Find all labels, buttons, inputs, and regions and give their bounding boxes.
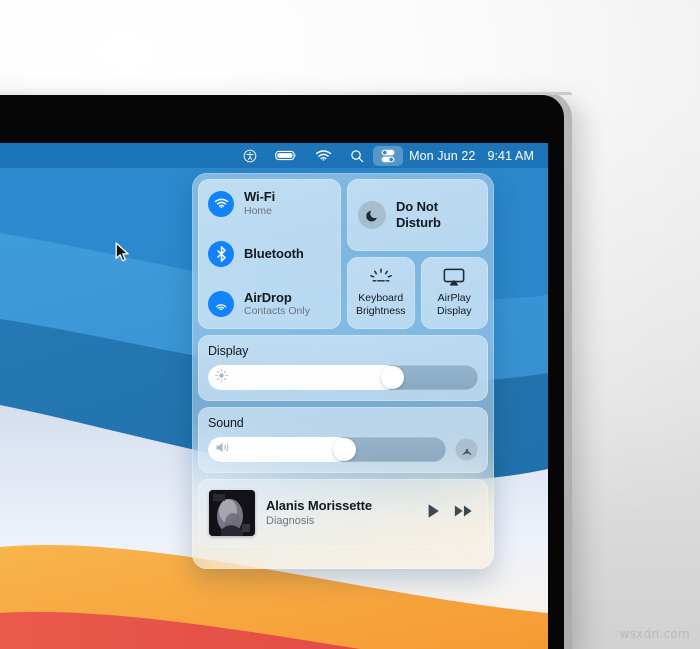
dnd-line-2: Disturb [396, 215, 441, 230]
control-center-icon[interactable] [373, 145, 404, 166]
airdrop-title: AirDrop [244, 289, 292, 305]
airdrop-toggle-row[interactable]: AirDrop Contacts Only [208, 289, 331, 318]
airdrop-icon [208, 291, 234, 318]
keyboard-brightness-tile[interactable]: Keyboard Brightness [347, 257, 415, 329]
battery-icon[interactable] [266, 146, 306, 166]
airplay-audio-icon [462, 448, 471, 455]
now-playing-meta: Alanis Morissette Diagnosis [266, 498, 415, 529]
do-not-disturb-tile[interactable]: Do Not Disturb [347, 179, 488, 251]
laptop-screen: Mon Jun 22 9:41 AM Wi-Fi Home Bluetooth … [0, 143, 548, 649]
album-artwork[interactable] [209, 490, 255, 536]
sound-card: Sound [198, 407, 488, 473]
airdrop-subtitle: Contacts Only [244, 305, 310, 318]
control-center-mini-tiles: Keyboard Brightness AirPlay Display [347, 257, 488, 329]
brightness-icon [215, 368, 228, 387]
kb-line-1: Keyboard [358, 292, 404, 305]
control-center-right-column: Do Not Disturb Keyboard Brightness AirPl… [347, 179, 488, 329]
wifi-icon [208, 190, 234, 217]
sound-volume-slider[interactable] [208, 437, 446, 462]
display-slider-fill [208, 365, 399, 390]
dnd-line-1: Do Not [396, 199, 438, 215]
now-playing-track: Diagnosis [266, 515, 315, 528]
sound-slider-wrap [208, 437, 478, 462]
playback-controls [426, 503, 477, 524]
display-slider-knob[interactable] [380, 366, 404, 389]
macbook-device: Mon Jun 22 9:41 AM Wi-Fi Home Bluetooth … [0, 92, 572, 649]
fast-forward-icon[interactable] [454, 504, 473, 523]
display-title: Display [208, 344, 249, 358]
airplay-audio-button[interactable] [455, 438, 478, 461]
menubar-time: 9:41 AM [487, 148, 534, 163]
display-slider-wrap [208, 365, 478, 390]
sound-title: Sound [208, 416, 244, 430]
keyboard-brightness-icon [369, 268, 392, 282]
sound-slider-knob[interactable] [332, 438, 356, 461]
mouse-cursor [115, 242, 130, 268]
now-playing-artist: Alanis Morissette [266, 497, 372, 513]
kb-line-2: Brightness [355, 304, 406, 317]
play-icon[interactable] [426, 503, 441, 524]
ap-line-1: AirPlay [437, 292, 471, 305]
wifi-toggle-row[interactable]: Wi-Fi Home [208, 189, 331, 217]
control-center-top-row: Wi-Fi Home Bluetooth AirDrop Contacts On… [198, 179, 488, 329]
watermark: wsxdn.com [619, 627, 690, 641]
wifi-title: Wi-Fi [244, 189, 276, 204]
control-center-panel: Wi-Fi Home Bluetooth AirDrop Contacts On… [192, 173, 494, 569]
now-playing-card: Alanis Morissette Diagnosis [198, 479, 488, 547]
speaker-icon [215, 441, 231, 459]
display-card: Display [198, 335, 488, 401]
airplay-display-icon [443, 268, 465, 286]
accessibility-icon[interactable] [234, 146, 266, 166]
bluetooth-labels: Bluetooth [244, 245, 304, 262]
bluetooth-icon [208, 241, 234, 267]
do-not-disturb-label: Do Not Disturb [396, 199, 441, 230]
connectivity-card: Wi-Fi Home Bluetooth AirDrop Contacts On… [198, 179, 341, 329]
ap-line-2: Display [437, 304, 472, 317]
wifi-subtitle: Home [244, 204, 273, 217]
wifi-labels: Wi-Fi Home [244, 189, 276, 217]
airplay-display-label: AirPlay Display [437, 292, 471, 317]
display-brightness-slider[interactable] [208, 365, 478, 390]
airplay-display-tile[interactable]: AirPlay Display [420, 257, 488, 329]
moon-icon [358, 201, 386, 229]
screen-bezel: Mon Jun 22 9:41 AM Wi-Fi Home Bluetooth … [0, 95, 564, 649]
search-icon[interactable] [341, 146, 373, 166]
airdrop-labels: AirDrop Contacts Only [244, 289, 310, 318]
keyboard-brightness-label: Keyboard Brightness [356, 292, 406, 317]
bluetooth-title: Bluetooth [244, 245, 304, 261]
wifi-icon[interactable] [306, 146, 341, 166]
menubar-date: Mon Jun 22 [409, 148, 476, 163]
bluetooth-toggle-row[interactable]: Bluetooth [208, 241, 331, 267]
menu-bar: Mon Jun 22 9:41 AM [0, 143, 548, 168]
